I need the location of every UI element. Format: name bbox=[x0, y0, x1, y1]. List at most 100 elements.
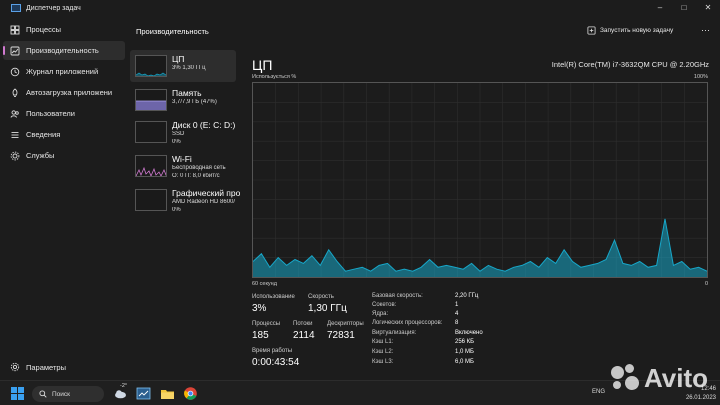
device-stat: О: 0 П: 8,0 кбит/с bbox=[172, 173, 220, 179]
uptime-value: 0:00:43:54 bbox=[252, 357, 300, 368]
spec-key: Ядра: bbox=[372, 311, 389, 317]
spec-key: Логических процессоров: bbox=[372, 320, 443, 326]
graph-label: Использується % bbox=[252, 74, 297, 80]
start-windows-icon[interactable] bbox=[10, 386, 25, 401]
device-name: Wi-Fi bbox=[172, 154, 192, 164]
spec-value: 4 bbox=[455, 311, 459, 317]
device-stat: SSD bbox=[172, 131, 185, 137]
maximize-button[interactable]: □ bbox=[672, 0, 696, 14]
search-icon bbox=[39, 390, 47, 398]
spec-value: 1,0 МБ bbox=[455, 349, 474, 355]
speed-label: Скорость bbox=[308, 294, 334, 300]
processes-icon bbox=[10, 25, 20, 34]
new-task-label: Запустить новую задачу bbox=[600, 27, 674, 34]
settings-label: Параметры bbox=[26, 362, 66, 372]
spec-value: 2,20 ГГц bbox=[455, 293, 479, 299]
performance-icon bbox=[10, 46, 20, 55]
spec-key: Сокетов: bbox=[372, 302, 397, 308]
sidebar-item-label: Сведения bbox=[26, 130, 61, 139]
task-manager-icon bbox=[11, 4, 21, 12]
spec-key: Кэш L3: bbox=[372, 359, 394, 365]
usage-value: 3% bbox=[252, 303, 267, 314]
sidebar-item-details[interactable]: Сведения bbox=[3, 125, 125, 144]
sidebar: Процессы Производительность Журнал прило… bbox=[0, 20, 128, 380]
device-gpu[interactable]: Графический про AMD Radeon HD 8600/ 0% bbox=[130, 184, 240, 216]
device-name: Диск 0 (E: C: D:) bbox=[172, 120, 236, 130]
device-stat: 0% bbox=[172, 207, 181, 213]
sidebar-item-label: Пользователи bbox=[26, 109, 75, 118]
users-icon bbox=[10, 109, 19, 118]
device-name: Графический про bbox=[172, 188, 241, 198]
cpu-usage-graph bbox=[252, 82, 708, 278]
sidebar-item-processes[interactable]: Процессы bbox=[3, 20, 125, 39]
page-title: Производительность bbox=[136, 27, 209, 36]
wifi-thumbnail bbox=[135, 155, 167, 177]
spec-key: Базовая скорость: bbox=[372, 293, 423, 299]
cpu-model: Intel(R) Core(TM) i7-3632QM CPU @ 2.20GH… bbox=[551, 60, 709, 69]
new-task-button[interactable]: Запустить новую задачу bbox=[587, 26, 673, 35]
selection-indicator bbox=[3, 46, 5, 55]
cpu-title: ЦП bbox=[252, 57, 273, 73]
handles-label: Дескрипторы bbox=[327, 321, 364, 327]
window-controls: – □ ✕ bbox=[648, 0, 720, 14]
language-indicator[interactable]: ENG bbox=[592, 389, 605, 395]
services-icon bbox=[10, 151, 20, 160]
graph-max: 100% bbox=[693, 74, 708, 80]
spec-value: Включено bbox=[455, 330, 483, 336]
sidebar-item-services[interactable]: Службы bbox=[3, 146, 125, 165]
graph-min: 0 bbox=[704, 281, 708, 287]
spec-value: 256 КБ bbox=[455, 339, 475, 345]
threads-label: Потоки bbox=[293, 321, 313, 327]
threads-value: 2114 bbox=[293, 330, 315, 341]
close-button[interactable]: ✕ bbox=[696, 0, 720, 14]
sidebar-item-app-history[interactable]: Журнал приложений bbox=[3, 62, 125, 81]
sidebar-item-settings[interactable]: Параметры bbox=[3, 359, 125, 375]
processes-label: Процессы bbox=[252, 321, 281, 327]
avito-wordmark: Avito bbox=[644, 363, 709, 393]
device-stat: Беспроводная сеть bbox=[172, 165, 226, 171]
sidebar-item-label: Службы bbox=[26, 151, 55, 160]
sidebar-item-startup[interactable]: Автозагрузка приложени bbox=[3, 83, 125, 102]
minimize-button[interactable]: – bbox=[648, 0, 672, 14]
cpu-thumbnail bbox=[135, 55, 167, 77]
disk-thumbnail bbox=[135, 121, 167, 143]
task-manager-taskbar-icon[interactable] bbox=[136, 386, 151, 401]
device-stat: 3% 1,30 ГГц bbox=[172, 65, 206, 71]
cpu-panel: ЦП Intel(R) Core(TM) i7-3632QM CPU @ 2.2… bbox=[245, 48, 720, 380]
run-task-icon bbox=[587, 26, 596, 35]
spec-value: 8 bbox=[455, 320, 459, 326]
uptime-label: Время работы bbox=[252, 348, 293, 354]
spec-key: Кэш L1: bbox=[372, 339, 394, 345]
sidebar-item-label: Процессы bbox=[26, 25, 62, 34]
clock-date: 26.01.2023 bbox=[685, 395, 716, 401]
device-stat: 0% bbox=[172, 139, 181, 145]
sidebar-item-performance[interactable]: Производительность bbox=[3, 41, 125, 60]
window-title: Диспетчер задач bbox=[26, 4, 81, 12]
handles-value: 72831 bbox=[327, 330, 355, 341]
device-wifi[interactable]: Wi-Fi Беспроводная сеть О: 0 П: 8,0 кбит… bbox=[130, 150, 236, 182]
cpu-usage-chart bbox=[252, 83, 708, 277]
sidebar-item-users[interactable]: Пользователи bbox=[3, 104, 125, 123]
sidebar-item-label: Производительность bbox=[26, 46, 99, 55]
details-icon bbox=[11, 131, 19, 138]
spec-value: 1 bbox=[455, 302, 459, 308]
file-explorer-icon[interactable] bbox=[160, 386, 175, 401]
spec-key: Виртуализация: bbox=[372, 330, 417, 336]
taskbar-search[interactable]: Поиск bbox=[32, 386, 104, 402]
search-label: Поиск bbox=[52, 390, 71, 398]
more-options-icon[interactable]: ⋯ bbox=[701, 25, 710, 36]
device-cpu[interactable]: ЦП 3% 1,30 ГГц bbox=[130, 50, 236, 82]
graph-time: 60 секунд bbox=[252, 281, 277, 287]
device-stat: 3,7/7,9 ГБ (47%) bbox=[172, 99, 217, 105]
task-manager-window: Диспетчер задач – □ ✕ Процессы Производи… bbox=[0, 0, 720, 380]
processes-value: 185 bbox=[252, 330, 269, 341]
device-memory[interactable]: Память 3,7/7,9 ГБ (47%) bbox=[130, 84, 236, 116]
device-name: Память bbox=[172, 88, 202, 98]
spec-value: 6,0 МБ bbox=[455, 359, 474, 365]
device-name: ЦП bbox=[172, 54, 185, 64]
chrome-icon[interactable] bbox=[183, 386, 198, 401]
memory-thumbnail bbox=[135, 89, 167, 111]
device-disk[interactable]: Диск 0 (E: C: D:) SSD 0% bbox=[130, 116, 236, 148]
history-icon bbox=[10, 67, 20, 76]
title-bar: Диспетчер задач – □ ✕ bbox=[0, 0, 720, 16]
